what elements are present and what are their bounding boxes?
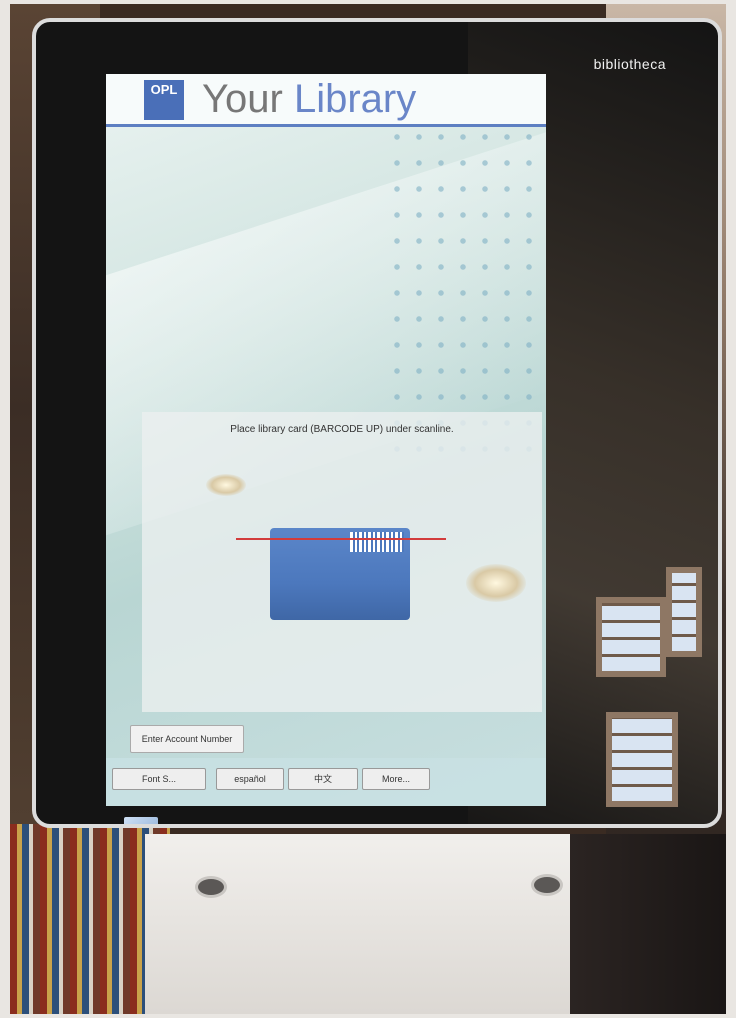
more-button[interactable]: More... bbox=[362, 768, 430, 790]
photo-frame: bibliotheca OPL Your Library Place libra… bbox=[10, 4, 726, 1014]
barcode-icon bbox=[350, 532, 404, 552]
network-graphic bbox=[386, 124, 546, 454]
window-reflection bbox=[666, 567, 702, 657]
title-prefix: Your bbox=[202, 77, 283, 121]
scanline bbox=[236, 538, 446, 540]
kiosk-bezel: bibliotheca OPL Your Library Place libra… bbox=[32, 18, 722, 828]
enter-account-number-button[interactable]: Enter Account Number bbox=[130, 725, 244, 753]
screen-header: OPL Your Library bbox=[106, 74, 546, 127]
title-suffix: Library bbox=[293, 77, 417, 121]
screw-right bbox=[531, 874, 563, 896]
chinese-button[interactable]: 中文 bbox=[288, 768, 358, 790]
page-title: Your Library bbox=[202, 77, 416, 122]
touch-screen: OPL Your Library Place library card (BAR… bbox=[106, 74, 546, 806]
scan-panel: Place library card (BARCODE UP) under sc… bbox=[142, 412, 542, 712]
font-size-button[interactable]: Font S... bbox=[112, 768, 206, 790]
language-footer: Font S... español 中文 More... bbox=[106, 758, 546, 806]
brand-logo: bibliotheca bbox=[593, 56, 666, 72]
kiosk-stand-side bbox=[570, 834, 726, 1014]
scan-instruction: Place library card (BARCODE UP) under sc… bbox=[230, 424, 454, 435]
window-reflection bbox=[596, 597, 666, 677]
screw-left bbox=[195, 876, 227, 898]
espanol-button[interactable]: español bbox=[216, 768, 284, 790]
library-logo-icon: OPL bbox=[144, 80, 184, 120]
kiosk-stand bbox=[145, 834, 595, 1014]
camera-window-icon bbox=[124, 817, 158, 824]
window-reflection bbox=[606, 712, 678, 807]
lamp-reflection bbox=[206, 474, 246, 496]
library-card-icon bbox=[270, 528, 410, 620]
lamp-reflection bbox=[466, 564, 526, 602]
